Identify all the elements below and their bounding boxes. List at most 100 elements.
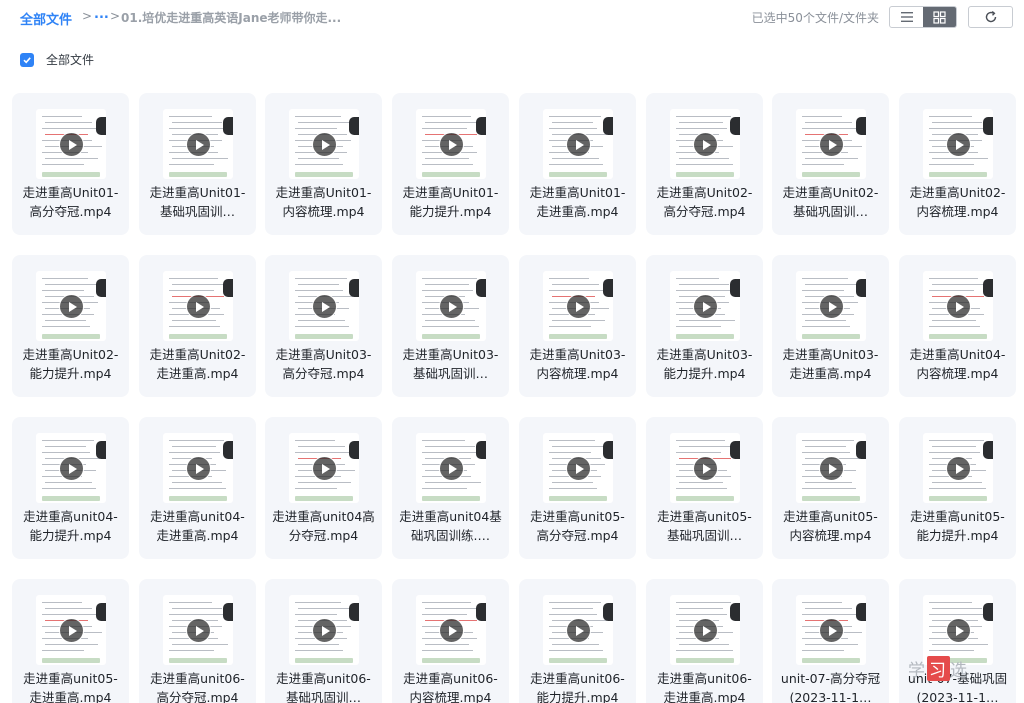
play-icon[interactable]	[946, 618, 971, 643]
select-all-row[interactable]: 全部文件	[20, 51, 94, 68]
thumbnail-dock	[676, 496, 734, 501]
play-icon[interactable]	[819, 456, 844, 481]
file-card[interactable]: 走进重高Unit03-内容梳理.mp4	[519, 255, 636, 397]
play-icon[interactable]	[186, 294, 211, 319]
play-icon[interactable]	[186, 456, 211, 481]
thumbnail-text-line	[929, 128, 986, 129]
file-card[interactable]: 走进重高Unit02-内容梳理.mp4	[899, 93, 1016, 235]
file-card[interactable]: 走进重高Unit04-内容梳理.mp4	[899, 255, 1016, 397]
play-icon[interactable]	[439, 132, 464, 157]
play-icon[interactable]	[566, 456, 591, 481]
thumbnail-webcam	[223, 117, 233, 135]
file-name: 走进重高unit06-基础巩固训…	[276, 671, 371, 703]
file-card[interactable]: 走进重高Unit02-高分夺冠.mp4	[646, 93, 763, 235]
file-card[interactable]: 走进重高unit05-内容梳理.mp4	[772, 417, 889, 559]
file-name: 走进重高Unit02-内容梳理.mp4	[909, 185, 1006, 219]
watermark: 学习选	[908, 656, 969, 681]
file-card[interactable]: 走进重高unit06-内容梳理.mp4	[392, 579, 509, 703]
play-icon[interactable]	[439, 294, 464, 319]
thumbnail-webcam	[603, 603, 613, 621]
file-card[interactable]: 走进重高Unit01-能力提升.mp4	[392, 93, 509, 235]
thumbnail-dock	[929, 496, 987, 501]
file-name: 走进重高Unit03-能力提升.mp4	[656, 347, 753, 381]
file-card[interactable]: 走进重高Unit03-能力提升.mp4	[646, 255, 763, 397]
thumbnail-text-line	[802, 452, 850, 453]
file-card[interactable]: 走进重高Unit02-走进重高.mp4	[139, 255, 256, 397]
thumbnail-text-line	[42, 602, 82, 603]
file-card[interactable]: 走进重高unit04高分夺冠.mp4	[265, 417, 382, 559]
thumbnail-dock	[169, 658, 227, 663]
play-icon[interactable]	[312, 618, 337, 643]
grid-view-button[interactable]	[923, 7, 956, 27]
play-icon[interactable]	[693, 294, 718, 319]
play-icon[interactable]	[693, 618, 718, 643]
file-card[interactable]: 走进重高unit06-基础巩固训…	[265, 579, 382, 703]
file-card[interactable]: 走进重高Unit01-内容梳理.mp4	[265, 93, 382, 235]
play-icon[interactable]	[59, 456, 84, 481]
file-card[interactable]: 走进重高Unit03-高分夺冠.mp4	[265, 255, 382, 397]
play-icon[interactable]	[819, 618, 844, 643]
thumbnail-text-line	[549, 164, 603, 165]
breadcrumb-ellipsis[interactable]: ...	[94, 7, 109, 22]
play-icon[interactable]	[312, 456, 337, 481]
file-card[interactable]: 走进重高Unit02-能力提升.mp4	[12, 255, 129, 397]
thumbnail-text-line	[295, 326, 349, 327]
file-card[interactable]: 走进重高Unit01-走进重高.mp4	[519, 93, 636, 235]
play-icon[interactable]	[312, 294, 337, 319]
file-card[interactable]: 走进重高Unit03-走进重高.mp4	[772, 255, 889, 397]
play-icon[interactable]	[566, 294, 591, 319]
play-icon[interactable]	[186, 132, 211, 157]
thumbnail-dock	[422, 496, 480, 501]
select-all-checkbox[interactable]	[20, 52, 34, 67]
file-card[interactable]: unit-07-高分夺冠(2023-11-1…	[772, 579, 889, 703]
file-card[interactable]: 走进重高Unit02-基础巩固训…	[772, 93, 889, 235]
thumbnail-dock	[42, 496, 100, 501]
play-icon[interactable]	[186, 618, 211, 643]
file-card[interactable]: 走进重高unit04基础巩固训练.…	[392, 417, 509, 559]
play-icon[interactable]	[819, 132, 844, 157]
list-view-button[interactable]	[890, 7, 923, 27]
thumbnail-text-line	[42, 650, 84, 651]
play-icon[interactable]	[439, 456, 464, 481]
file-card[interactable]: 走进重高unit05-高分夺冠.mp4	[519, 417, 636, 559]
file-card[interactable]: 走进重高unit04-走进重高.mp4	[139, 417, 256, 559]
play-icon[interactable]	[59, 132, 84, 157]
play-icon[interactable]	[946, 294, 971, 319]
thumbnail-text-line	[929, 278, 978, 279]
play-icon[interactable]	[312, 132, 337, 157]
play-icon[interactable]	[693, 456, 718, 481]
play-icon[interactable]	[693, 132, 718, 157]
play-triangle	[321, 463, 330, 474]
file-name: 走进重高unit05-走进重高.mp4	[23, 671, 118, 703]
thumbnail-text-line	[805, 158, 858, 159]
thumbnail-text-line	[425, 608, 481, 609]
breadcrumb-root[interactable]: 全部文件	[20, 9, 72, 28]
play-icon[interactable]	[439, 618, 464, 643]
play-icon[interactable]	[59, 294, 84, 319]
file-card[interactable]: 走进重高Unit01-基础巩固训…	[139, 93, 256, 235]
thumbnail-webcam	[476, 603, 486, 621]
play-icon[interactable]	[819, 294, 844, 319]
watermark-text: 选	[950, 661, 969, 681]
thumbnail-dock	[676, 658, 734, 663]
play-icon[interactable]	[946, 132, 971, 157]
thumbnail-text-line	[932, 158, 988, 159]
file-card[interactable]: 走进重高unit04-能力提升.mp4	[12, 417, 129, 559]
play-icon[interactable]	[566, 132, 591, 157]
thumbnail-text-line	[929, 488, 986, 489]
file-card[interactable]: 走进重高Unit01-高分夺冠.mp4	[12, 93, 129, 235]
file-card[interactable]: 走进重高Unit03-基础巩固训…	[392, 255, 509, 397]
file-card[interactable]: 走进重高unit06-能力提升.mp4	[519, 579, 636, 703]
play-icon[interactable]	[946, 456, 971, 481]
file-card[interactable]: 走进重高unit05-能力提升.mp4	[899, 417, 1016, 559]
refresh-button[interactable]	[968, 6, 1013, 28]
file-card[interactable]: 走进重高unit06-走进重高.mp4	[646, 579, 763, 703]
thumbnail-webcam	[223, 441, 233, 459]
file-card[interactable]: 走进重高unit06-高分夺冠.mp4	[139, 579, 256, 703]
file-card[interactable]: unit-07-基础巩固(2023-11-1…	[899, 579, 1016, 703]
play-icon[interactable]	[566, 618, 591, 643]
file-card[interactable]: 走进重高unit05-走进重高.mp4	[12, 579, 129, 703]
file-card[interactable]: 走进重高unit05-基础巩固训…	[646, 417, 763, 559]
play-icon[interactable]	[59, 618, 84, 643]
thumbnail-text-line	[676, 488, 727, 489]
